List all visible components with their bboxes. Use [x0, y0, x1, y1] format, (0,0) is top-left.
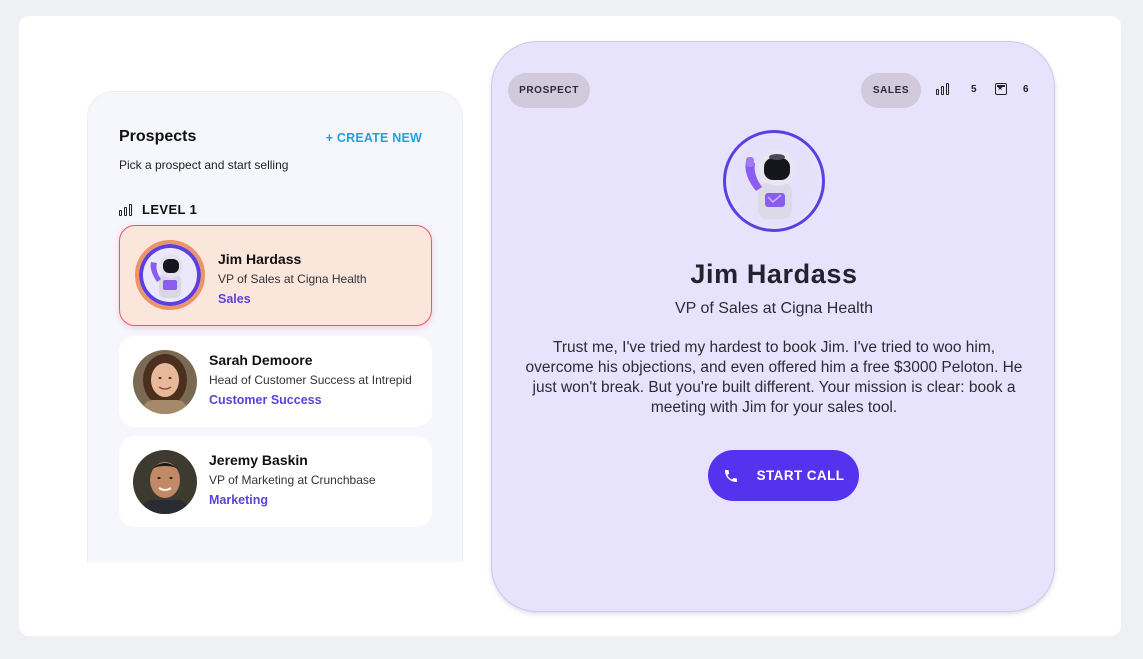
prospect-department: Sales — [218, 292, 251, 306]
prospect-role: VP of Sales at Cigna Health — [218, 272, 367, 286]
prospect-card-sarah-demoore[interactable]: Sarah Demoore Head of Customer Success a… — [119, 336, 432, 427]
calls-stat: 6 — [995, 83, 1029, 95]
prospect-card-jeremy-baskin[interactable]: Jeremy Baskin VP of Marketing at Crunchb… — [119, 436, 432, 527]
prospect-name-large: Jim Hardass — [690, 259, 858, 289]
man-photo-avatar — [133, 450, 197, 514]
prospect-role: VP of Marketing at Crunchbase — [209, 473, 376, 487]
astronaut-avatar — [135, 240, 205, 310]
level-count: 5 — [971, 83, 977, 95]
prospect-detail-panel: PROSPECT SALES 5 6 Jim Hardass VP of Sal… — [491, 41, 1055, 612]
prospects-panel: Prospects + CREATE NEW Pick a prospect a… — [87, 91, 463, 562]
calendar-star-icon — [995, 83, 1007, 95]
prospect-tag: PROSPECT — [508, 73, 590, 108]
astronaut-avatar — [730, 137, 818, 225]
prospect-description: Trust me, I've tried my hardest to book … — [525, 339, 1023, 416]
level-header: LEVEL 1 — [119, 202, 197, 217]
prospect-card-jim-hardass[interactable]: Jim Hardass VP of Sales at Cigna Health … — [119, 225, 432, 326]
prospect-card-text: Jim Hardass VP of Sales at Cigna Health … — [218, 250, 367, 308]
prospect-name: Jeremy Baskin — [209, 452, 308, 468]
prospect-name: Sarah Demoore — [209, 352, 313, 368]
department-tag: SALES — [861, 73, 921, 108]
prospects-subtitle: Pick a prospect and start selling — [119, 158, 289, 172]
phone-icon — [724, 469, 737, 482]
level-stat: 5 — [936, 83, 977, 95]
calls-count: 6 — [1023, 83, 1029, 95]
start-call-label: START CALL — [756, 468, 845, 483]
prospect-role-large: VP of Sales at Cigna Health — [674, 300, 874, 317]
prospect-department: Marketing — [209, 493, 269, 507]
woman-photo-avatar — [133, 350, 197, 414]
create-new-button[interactable]: + CREATE NEW — [326, 131, 422, 145]
prospect-name: Jim Hardass — [218, 251, 302, 267]
prospect-role: Head of Customer Success at Intrepid — [209, 373, 412, 387]
start-call-button[interactable]: START CALL — [708, 450, 859, 501]
prospect-card-text: Sarah Demoore Head of Customer Success a… — [209, 351, 412, 409]
signal-bars-icon — [119, 203, 132, 216]
signal-bars-icon — [936, 83, 949, 95]
prospect-card-text: Jeremy Baskin VP of Marketing at Crunchb… — [209, 451, 376, 509]
prospects-title: Prospects — [119, 128, 197, 145]
prospect-avatar-large — [723, 130, 825, 232]
level-label: LEVEL 1 — [142, 202, 198, 217]
prospect-department: Customer Success — [209, 393, 322, 407]
